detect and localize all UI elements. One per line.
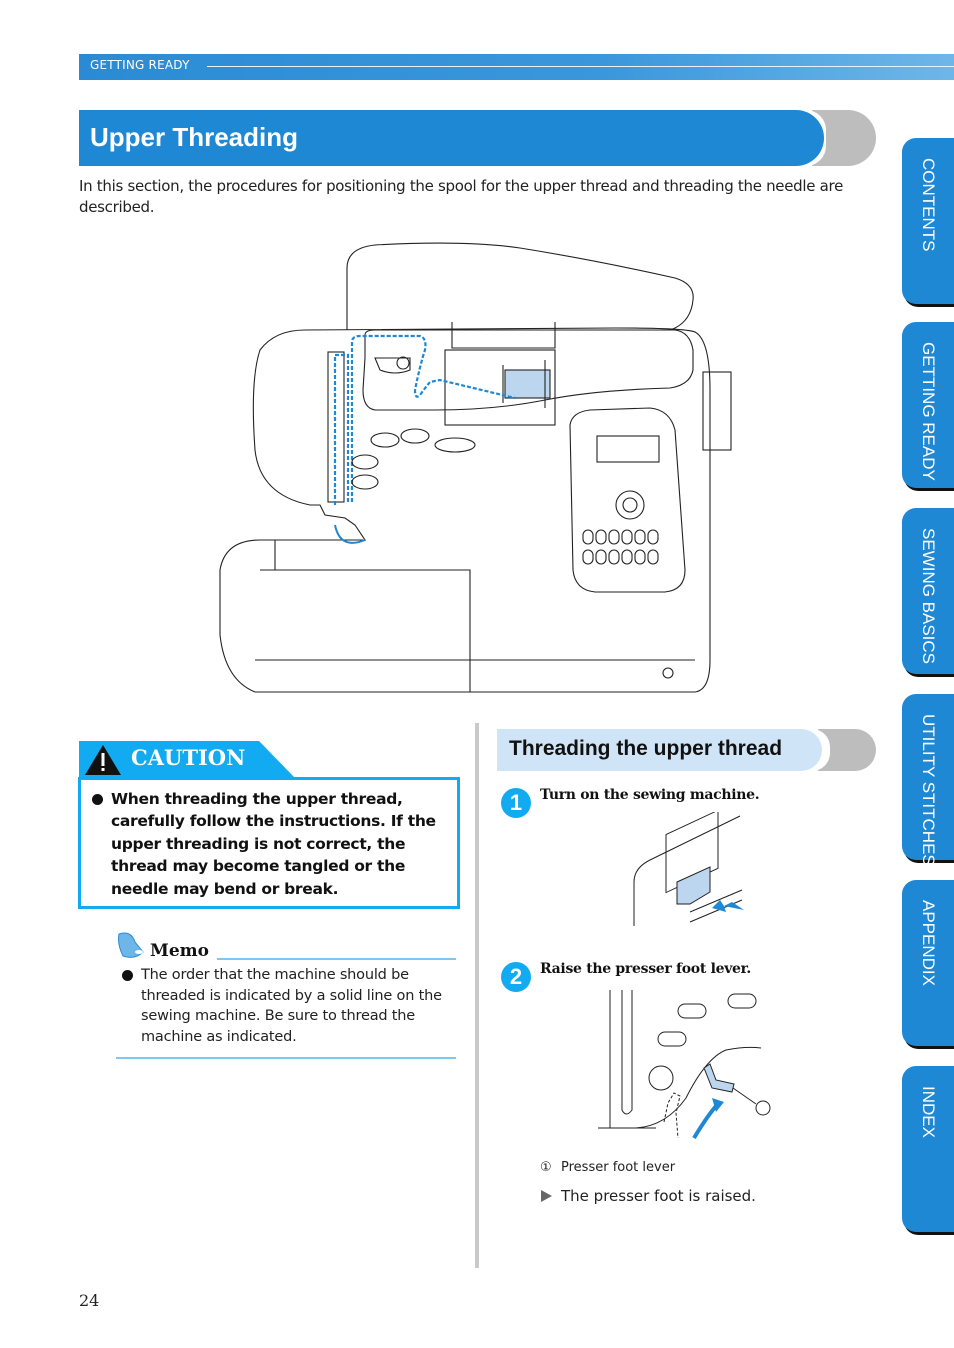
section-header-strip: GETTING READY	[79, 54, 954, 80]
intro-paragraph: In this section, the procedures for posi…	[79, 177, 843, 216]
step-1-text: Turn on the sewing machine.	[540, 787, 760, 803]
needle-position-button-icon	[677, 1003, 707, 1019]
column-divider	[475, 723, 479, 1268]
title-banner: Upper Threading	[79, 110, 824, 166]
thread-path	[333, 334, 516, 505]
reverse-stitch-button-icon	[657, 1031, 687, 1047]
tab-label: INDEX	[919, 1086, 938, 1138]
tab-label: UTILITY STITCHES	[919, 714, 938, 866]
memo-bell-icon	[118, 932, 144, 958]
lcd-display	[596, 435, 660, 463]
tab-appendix[interactable]: APPENDIX	[902, 880, 954, 1046]
tab-label: GETTING READY	[919, 342, 938, 481]
handwheel	[702, 371, 732, 451]
section-label: GETTING READY	[90, 58, 190, 72]
page-title: Upper Threading	[90, 122, 299, 152]
page-number: 24	[79, 1291, 100, 1310]
thread-cutter-button-icon	[727, 993, 757, 1009]
power-switch-illustration	[633, 812, 744, 926]
caution-heading: CAUTION	[131, 745, 246, 770]
memo-text: The order that the machine should be thr…	[141, 967, 442, 1045]
tab-contents[interactable]: CONTENTS	[902, 138, 954, 304]
bullet-icon	[92, 794, 103, 805]
memo-rule-bottom	[116, 1057, 456, 1059]
subheading-banner: Threading the upper thread	[497, 729, 822, 771]
tab-label: SEWING BASICS	[919, 528, 938, 665]
spool-pin-frame	[451, 322, 556, 349]
presser-foot-lever-icon	[703, 1063, 735, 1093]
step-2-number: 2	[501, 962, 531, 992]
panel-buttons	[582, 529, 659, 565]
header-rule	[207, 66, 954, 67]
sewing-machine-illustration	[219, 242, 732, 693]
step-1-number: 1	[501, 788, 531, 818]
presser-foot-illustration	[598, 990, 771, 1140]
caution-text: When threading the upper thread, careful…	[111, 790, 436, 898]
tab-sewing-basics[interactable]: SEWING BASICS	[902, 508, 954, 674]
callout-marker: ①	[540, 1160, 552, 1175]
machine-body	[219, 327, 711, 693]
callout-label: Presser foot lever	[561, 1160, 676, 1175]
upward-arrow-icon	[692, 1104, 718, 1140]
tab-label: CONTENTS	[919, 158, 938, 252]
tab-getting-ready[interactable]: GETTING READY	[902, 322, 954, 488]
tab-utility-stitches[interactable]: UTILITY STITCHES	[902, 694, 954, 866]
power-switch-icon	[676, 866, 711, 905]
start-stop-button-icon	[648, 1065, 674, 1091]
spool	[504, 369, 551, 399]
tab-index[interactable]: INDEX	[902, 1066, 954, 1232]
memo-heading: Memo	[150, 941, 209, 961]
bullet-icon	[122, 970, 133, 981]
step-2-text: Raise the presser foot lever.	[540, 961, 752, 977]
subheading-title: Threading the upper thread	[509, 737, 783, 760]
result-arrow-icon	[541, 1190, 552, 1202]
tab-label: APPENDIX	[919, 900, 938, 986]
caution-box: When threading the upper thread, careful…	[78, 777, 460, 909]
top-cover	[346, 242, 694, 331]
memo-rule	[217, 958, 456, 960]
result-text: The presser foot is raised.	[561, 1187, 756, 1205]
